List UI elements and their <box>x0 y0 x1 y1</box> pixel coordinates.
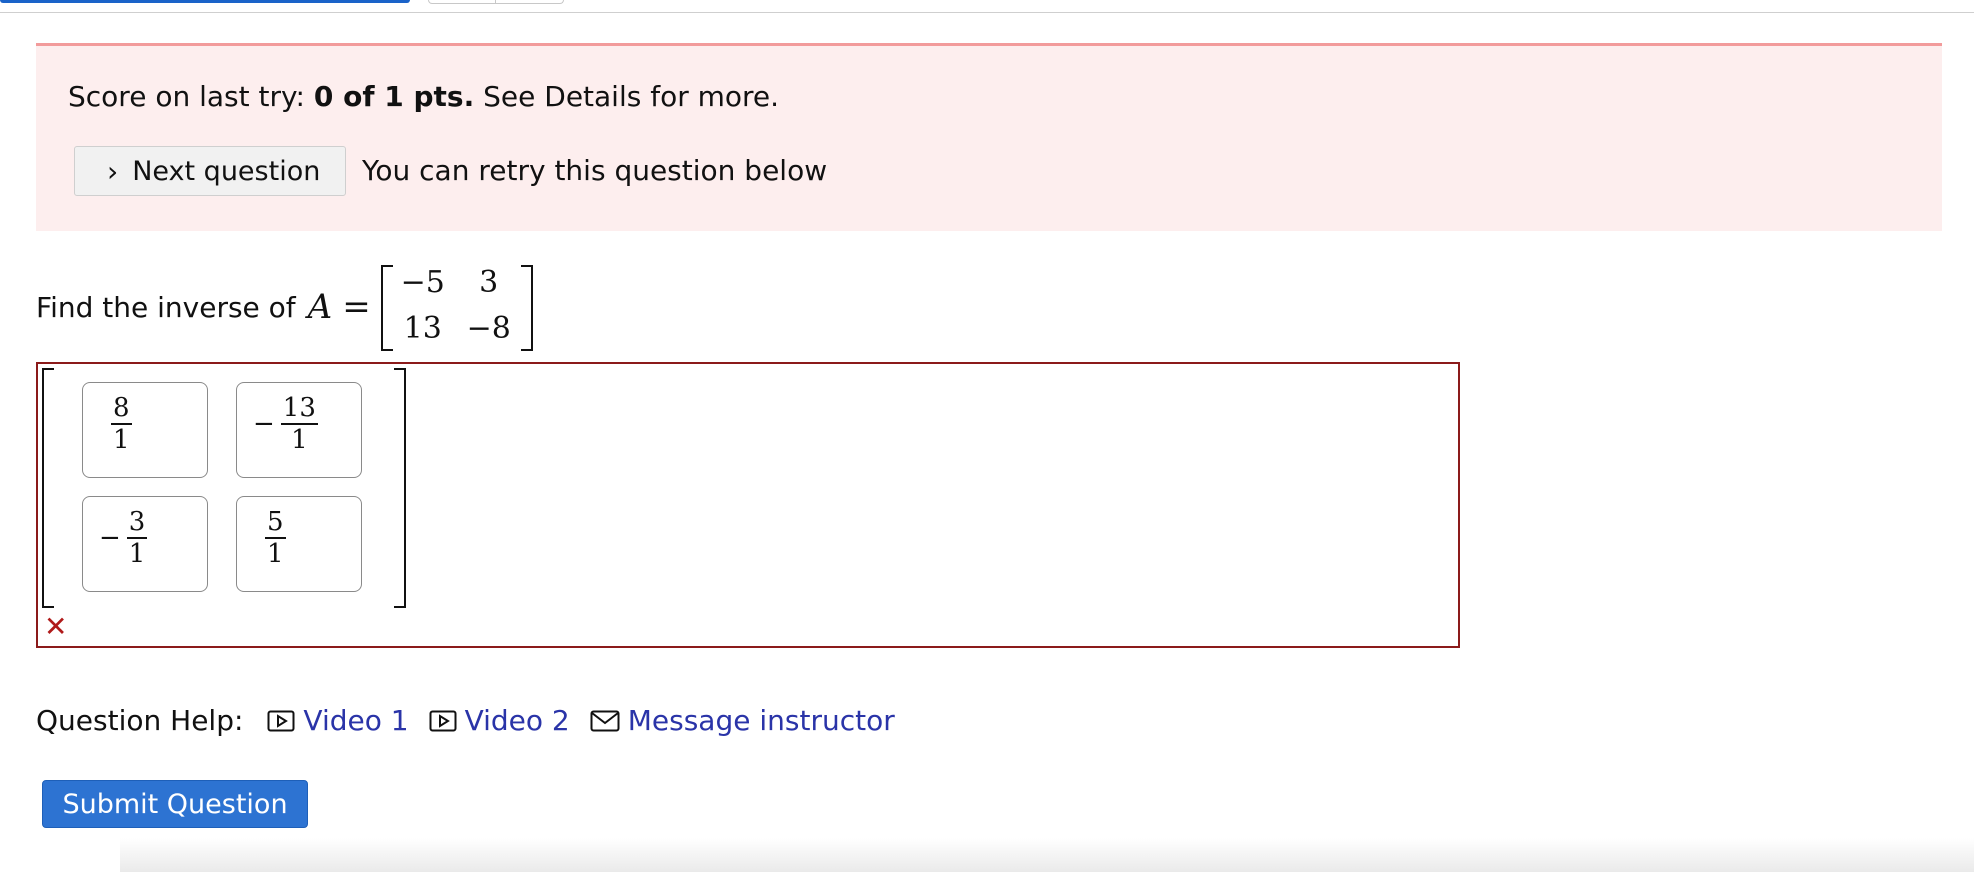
fraction-stack: 8 1 <box>111 393 132 455</box>
matrix-cell: 3 <box>479 265 499 300</box>
answer-matrix-area: 8 1 − 13 1 − 3 1 5 1 ✕ <box>36 362 1460 648</box>
video-1-link[interactable]: Video 1 <box>267 704 409 737</box>
score-alert: Score on last try: 0 of 1 pts. See Detai… <box>36 43 1942 231</box>
question-prompt: Find the inverse of A = −5 3 13 −8 <box>36 262 533 352</box>
fraction-stack: 3 1 <box>126 507 148 569</box>
video-1-label: Video 1 <box>303 704 409 737</box>
matrix-cell: −8 <box>466 311 511 346</box>
matrix-cell: 13 <box>403 311 442 346</box>
matrix-cell: −5 <box>400 265 445 300</box>
top-divider <box>0 12 1974 13</box>
fraction-numerator: 5 <box>267 507 284 537</box>
fraction-denominator: 1 <box>291 425 308 455</box>
fraction-sign: − <box>99 523 121 553</box>
video-play-icon <box>267 710 295 731</box>
message-instructor-label: Message instructor <box>627 704 895 737</box>
top-blue-tab[interactable] <box>0 0 410 3</box>
video-2-label: Video 2 <box>464 704 570 737</box>
fraction-sign: − <box>253 409 275 439</box>
score-suffix: See Details for more. <box>474 80 780 113</box>
fraction-denominator: 1 <box>128 539 146 569</box>
next-question-button[interactable]: › Next question <box>74 146 346 196</box>
fraction: − 3 1 <box>99 507 148 569</box>
incorrect-x-icon: ✕ <box>44 610 68 643</box>
fraction: 8 1 <box>105 393 132 455</box>
next-question-label: Next question <box>132 155 321 187</box>
video-play-icon <box>429 710 457 731</box>
message-instructor-link[interactable]: Message instructor <box>590 704 895 737</box>
bottom-shadow <box>120 838 1974 872</box>
fraction: 5 1 <box>259 507 286 569</box>
top-tab-group[interactable] <box>428 0 564 4</box>
equals-sign: = <box>342 287 371 327</box>
fraction-numerator: 8 <box>113 393 130 423</box>
given-matrix: −5 3 13 −8 <box>380 263 533 351</box>
question-help-label: Question Help: <box>36 704 244 737</box>
envelope-icon <box>590 710 620 731</box>
fraction-numerator: 3 <box>128 507 146 537</box>
question-text: Find the inverse of <box>36 290 296 324</box>
retry-text: You can retry this question below <box>362 154 828 187</box>
fraction-denominator: 1 <box>267 539 284 569</box>
fraction: − 13 1 <box>253 393 318 455</box>
chevron-right-icon: › <box>107 154 119 188</box>
top-toolbar <box>0 0 1974 14</box>
matrix-right-bracket <box>520 265 533 351</box>
score-prefix: Score on last try: <box>68 80 314 113</box>
fraction-denominator: 1 <box>113 425 130 455</box>
video-2-link[interactable]: Video 2 <box>429 704 570 737</box>
score-text: Score on last try: 0 of 1 pts. See Detai… <box>68 80 779 113</box>
answer-input-r1c1[interactable]: 8 1 <box>82 382 208 478</box>
matrix-variable: A <box>307 287 333 327</box>
score-value: 0 of 1 pts. <box>313 80 475 113</box>
matrix-left-bracket <box>380 265 393 351</box>
fraction-numerator: 13 <box>282 393 316 423</box>
question-help: Question Help: Video 1 Video 2 Message i… <box>36 704 915 737</box>
fraction-stack: 13 1 <box>280 393 318 455</box>
submit-question-button[interactable]: Submit Question <box>42 780 308 828</box>
answer-left-bracket <box>42 368 54 608</box>
answer-input-r2c1[interactable]: − 3 1 <box>82 496 208 592</box>
answer-input-r1c2[interactable]: − 13 1 <box>236 382 362 478</box>
answer-input-r2c2[interactable]: 5 1 <box>236 496 362 592</box>
answer-right-bracket <box>394 368 406 608</box>
fraction-stack: 5 1 <box>265 507 286 569</box>
